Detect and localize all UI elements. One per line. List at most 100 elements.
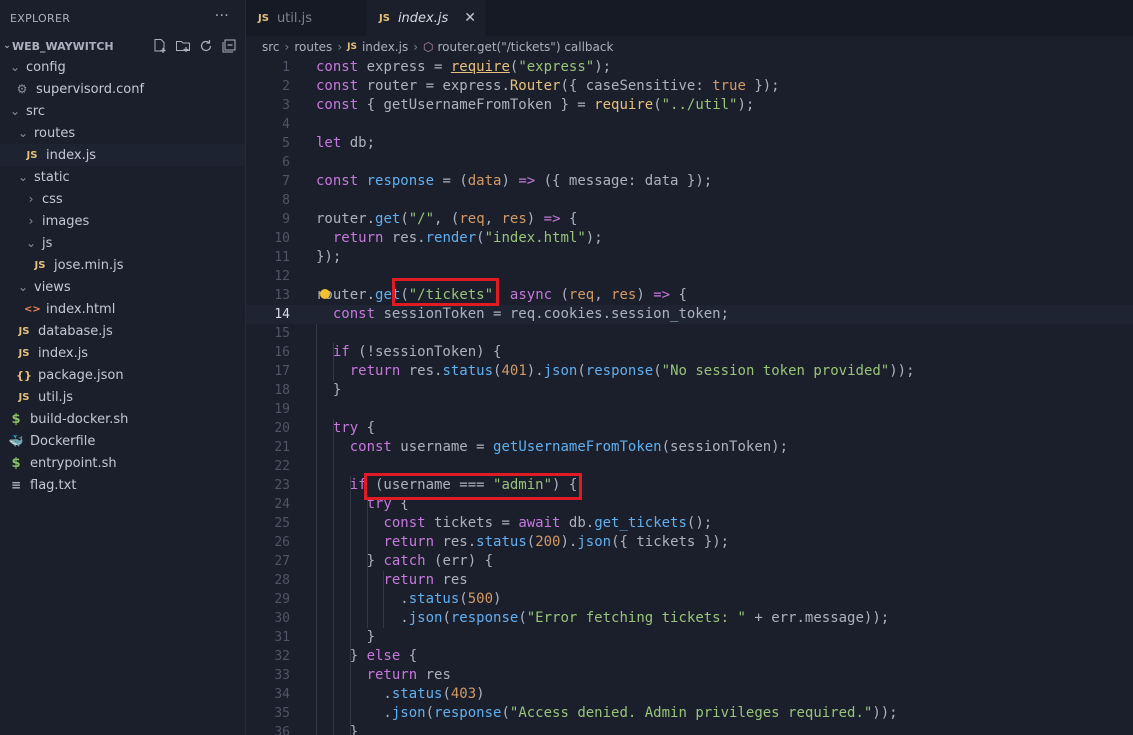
tree-item[interactable]: ⌄ src bbox=[0, 100, 245, 122]
tree-item-label: package.json bbox=[38, 367, 124, 383]
code-token: const bbox=[316, 173, 359, 189]
code-line[interactable]: 5 let db; bbox=[246, 134, 1133, 153]
tree-item[interactable]: › images bbox=[0, 210, 245, 232]
tree-item[interactable]: ⌄ views bbox=[0, 276, 245, 298]
refresh-icon[interactable] bbox=[198, 38, 214, 54]
tree-item-label: routes bbox=[34, 125, 76, 141]
new-folder-icon[interactable] bbox=[175, 38, 191, 54]
lightbulb-icon[interactable] bbox=[320, 289, 330, 299]
breadcrumb-symbol[interactable]: router.get("/tickets") callback bbox=[438, 40, 614, 54]
code-line[interactable]: 28 return res bbox=[246, 571, 1133, 590]
line-number: 17 bbox=[274, 364, 290, 379]
breadcrumb-src[interactable]: src bbox=[262, 40, 280, 54]
code-line[interactable]: 36 } bbox=[246, 723, 1133, 735]
line-number: 30 bbox=[274, 611, 290, 626]
tree-item[interactable]: $ entrypoint.sh bbox=[0, 452, 245, 474]
tree-item[interactable]: ⌄ static bbox=[0, 166, 245, 188]
code-text: return res bbox=[316, 666, 451, 685]
collapse-all-icon[interactable] bbox=[221, 38, 237, 54]
code-line[interactable]: 27 } catch (err) { bbox=[246, 552, 1133, 571]
code-line[interactable]: 29 .status(500) bbox=[246, 590, 1133, 609]
code-text: return res.render("index.html"); bbox=[316, 229, 603, 248]
code-line[interactable]: 26 return res.status(200).json({ tickets… bbox=[246, 533, 1133, 552]
code-line[interactable]: 2 const router = express.Router({ caseSen… bbox=[246, 77, 1133, 96]
code-text: .status(500) bbox=[316, 590, 501, 609]
code-line[interactable]: 19 bbox=[246, 400, 1133, 419]
tree-item[interactable]: <> index.html bbox=[0, 298, 245, 320]
code-line[interactable]: 1 const express = require("express"); bbox=[246, 58, 1133, 77]
code-line[interactable]: 8 bbox=[246, 191, 1133, 210]
code-token: require bbox=[594, 97, 654, 113]
code-line[interactable]: 6 bbox=[246, 153, 1133, 172]
code-token: db. bbox=[560, 515, 595, 531]
code-line[interactable]: 21 const username = getUsernameFromToken… bbox=[246, 438, 1133, 457]
code-line[interactable]: 30 .json(response("Error fetching ticket… bbox=[246, 609, 1133, 628]
code-line[interactable]: 7 const response = (data) => ({ message: … bbox=[246, 172, 1133, 191]
new-file-icon[interactable] bbox=[152, 38, 168, 54]
tree-item[interactable]: ⌄ js bbox=[0, 232, 245, 254]
code-line[interactable]: 10 return res.render("index.html"); bbox=[246, 229, 1133, 248]
tree-item[interactable]: ⚙ supervisord.conf bbox=[0, 78, 245, 100]
tree-item[interactable]: $ build-docker.sh bbox=[0, 408, 245, 430]
tree-item[interactable]: 🐳 Dockerfile bbox=[0, 430, 245, 452]
code-token: 500 bbox=[467, 591, 494, 607]
tree-item[interactable]: ⌄ config bbox=[0, 56, 245, 78]
code-line[interactable]: 17 return res.status(401).json(response(… bbox=[246, 362, 1133, 381]
code-line[interactable]: 35 .json(response("Access denied. Admin … bbox=[246, 704, 1133, 723]
code-token: } bbox=[316, 629, 376, 645]
code-token: catch bbox=[383, 553, 426, 569]
tree-item-label: src bbox=[26, 103, 45, 119]
code-token: res bbox=[501, 211, 527, 227]
tree-item[interactable]: JS jose.min.js bbox=[0, 254, 245, 276]
code-line[interactable]: 18 } bbox=[246, 381, 1133, 400]
tree-item[interactable]: › css bbox=[0, 188, 245, 210]
tab-util-js[interactable]: JS util.js bbox=[246, 0, 367, 36]
code-line[interactable]: 3 const { getUsernameFromToken } = requir… bbox=[246, 96, 1133, 115]
code-line[interactable]: 4 bbox=[246, 115, 1133, 134]
explorer-sidebar: EXPLORER ··· ⌄ WEB_WAYWITCH ⌄ config ⚙ supe… bbox=[0, 0, 246, 735]
code-editor[interactable]: 1 const express = require("express"); 2 con… bbox=[246, 58, 1133, 735]
tree-item[interactable]: ≡ flag.txt bbox=[0, 474, 245, 496]
line-number: 3 bbox=[282, 98, 290, 113]
breadcrumb-file[interactable]: index.js bbox=[362, 40, 408, 54]
code-token: "No session token provided" bbox=[661, 363, 890, 379]
more-actions-icon[interactable]: ··· bbox=[215, 8, 229, 24]
line-number: 13 bbox=[274, 288, 290, 303]
code-line[interactable]: 9 router.get("/", (req, res) => { bbox=[246, 210, 1133, 229]
code-line[interactable]: 31 } bbox=[246, 628, 1133, 647]
tree-item[interactable]: JS index.js bbox=[0, 342, 245, 364]
tree-item[interactable]: {} package.json bbox=[0, 364, 245, 386]
highlight-box-admin-check bbox=[364, 473, 582, 500]
code-token: 401 bbox=[501, 363, 527, 379]
code-token: ( bbox=[526, 534, 536, 550]
tree-item[interactable]: JS index.js bbox=[0, 144, 245, 166]
code-line[interactable]: 12 bbox=[246, 267, 1133, 286]
breadcrumb-routes[interactable]: routes bbox=[294, 40, 332, 54]
code-token: ({ tickets }); bbox=[611, 534, 730, 550]
tab-index-js[interactable]: JS index.js ✕ bbox=[367, 0, 485, 36]
code-line[interactable]: 14 const sessionToken = req.cookies.sess… bbox=[246, 305, 1133, 324]
chevron-down-icon: ⌄ bbox=[17, 280, 29, 294]
tree-item[interactable]: ⌄ routes bbox=[0, 122, 245, 144]
code-line[interactable]: 20 try { bbox=[246, 419, 1133, 438]
tree-item[interactable]: JS database.js bbox=[0, 320, 245, 342]
code-token: Router bbox=[509, 78, 561, 94]
tree-item-label: index.js bbox=[46, 147, 97, 163]
code-line[interactable]: 32 } else { bbox=[246, 647, 1133, 666]
tree-item[interactable]: JS util.js bbox=[0, 386, 245, 408]
code-line[interactable]: 15 bbox=[246, 324, 1133, 343]
tree-item-label: images bbox=[42, 213, 90, 229]
code-token: res bbox=[434, 572, 468, 588]
code-line[interactable]: 11}); bbox=[246, 248, 1133, 267]
code-text: let db; bbox=[316, 134, 375, 153]
close-icon[interactable]: ✕ bbox=[464, 10, 476, 26]
code-line[interactable]: 16 if (!sessionToken) { bbox=[246, 343, 1133, 362]
project-root[interactable]: ⌄ WEB_WAYWITCH bbox=[0, 36, 245, 56]
code-line[interactable]: 34 .status(403) bbox=[246, 685, 1133, 704]
js-file-icon: JS bbox=[34, 259, 46, 271]
code-line[interactable]: 33 return res bbox=[246, 666, 1133, 685]
code-token: get_tickets bbox=[594, 515, 687, 531]
line-number: 25 bbox=[274, 516, 290, 531]
code-line[interactable]: 25 const tickets = await db.get_tickets(… bbox=[246, 514, 1133, 533]
code-line[interactable]: 13 router.get("/tickets", async (req, res… bbox=[246, 286, 1133, 305]
